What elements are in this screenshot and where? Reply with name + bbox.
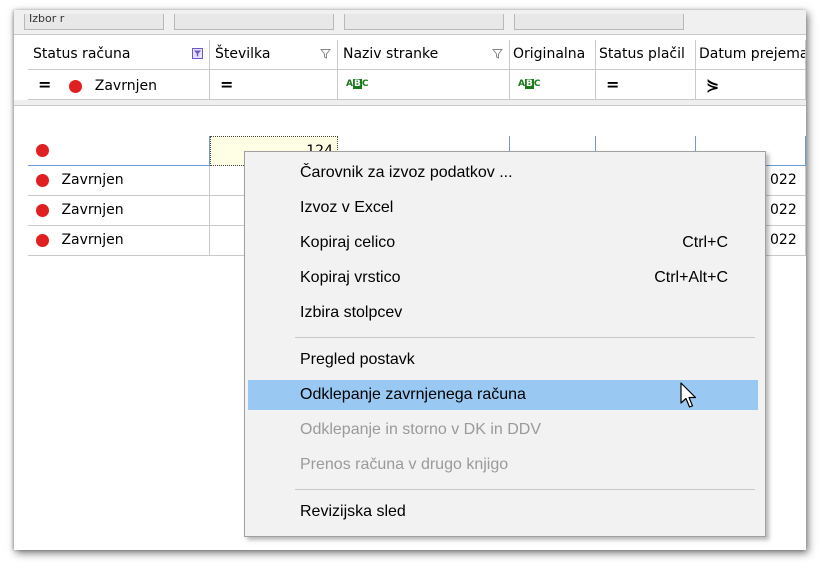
menu-item-shortcut: Ctrl+C bbox=[682, 234, 728, 251]
column-header-label: Naziv stranke bbox=[343, 46, 439, 62]
column-header-originalna[interactable]: Originalna bbox=[510, 40, 596, 70]
menu-item-export-excel[interactable]: Izvoz v Excel bbox=[248, 193, 758, 223]
status-dot-icon bbox=[36, 203, 49, 217]
greater-equal-operator-icon[interactable]: ⋟ bbox=[706, 75, 719, 94]
cell-status[interactable]: Zavrnjen bbox=[28, 166, 210, 196]
equals-operator-icon[interactable]: = bbox=[606, 75, 619, 94]
menu-item-unlock-and-reverse: Odklepanje in storno v DK in DDV bbox=[248, 415, 758, 445]
filter-cell-status[interactable]: = Zavrnjen bbox=[28, 70, 210, 100]
status-dot-icon bbox=[36, 143, 49, 157]
status-dot-icon bbox=[36, 233, 49, 247]
menu-item-label: Kopiraj vrstico bbox=[300, 269, 401, 286]
menu-item-transfer-invoice: Prenos računa v drugo knjigo bbox=[248, 450, 758, 480]
menu-item-choose-columns[interactable]: Izbira stolpcev bbox=[248, 298, 758, 328]
cell-status[interactable]: Zavrnjen bbox=[28, 196, 210, 226]
toolbar-button-izbor[interactable]: Izbor r bbox=[24, 12, 164, 30]
menu-item-export-wizard[interactable]: Čarovnik za izvoz podatkov ... bbox=[248, 158, 758, 188]
menu-item-label: Kopiraj celico bbox=[300, 234, 396, 251]
menu-item-label: Revizijska sled bbox=[300, 503, 406, 520]
menu-item-label: Čarovnik za izvoz podatkov ... bbox=[300, 164, 513, 181]
column-header-label: Številka bbox=[215, 46, 271, 62]
cell-status-text: Zavrnjen bbox=[61, 232, 124, 248]
column-header-label: Status računa bbox=[33, 46, 131, 62]
column-header-label: Originalna bbox=[513, 46, 586, 62]
column-header-label: Status plačil bbox=[599, 46, 685, 62]
menu-item-shortcut: Ctrl+Alt+C bbox=[654, 269, 728, 286]
toolbar-button-4[interactable] bbox=[514, 14, 684, 30]
status-dot-icon bbox=[36, 173, 49, 187]
status-dot-icon bbox=[69, 79, 83, 93]
menu-item-label: Izvoz v Excel bbox=[300, 199, 394, 216]
column-header-status-placil[interactable]: Status plačil bbox=[596, 40, 696, 70]
toolbar-button-3[interactable] bbox=[344, 14, 504, 30]
current-row-indicator-icon: ⊳ bbox=[14, 136, 20, 166]
filter-value: Zavrnjen bbox=[94, 78, 157, 94]
equals-operator-icon[interactable]: = bbox=[220, 75, 233, 94]
menu-item-copy-row[interactable]: Kopiraj vrstico Ctrl+Alt+C bbox=[248, 263, 758, 293]
menu-item-label: Odklepanje in storno v DK in DDV bbox=[300, 421, 541, 438]
menu-item-audit-trail[interactable]: Revizijska sled bbox=[248, 497, 758, 527]
abc-text-filter-icon[interactable]: ABC bbox=[518, 79, 540, 89]
cell-status[interactable]: Zavrnjen bbox=[28, 226, 210, 256]
column-header-label: Datum prejema bbox=[699, 46, 806, 62]
cell-status-text: Zavrnjen bbox=[61, 172, 124, 188]
column-header-stevilka[interactable]: Številka bbox=[210, 40, 338, 70]
filter-icon[interactable] bbox=[492, 48, 503, 59]
filter-active-icon[interactable] bbox=[192, 48, 203, 59]
menu-item-copy-cell[interactable]: Kopiraj celico Ctrl+C bbox=[248, 228, 758, 258]
toolbar: Izbor r bbox=[14, 10, 806, 35]
menu-item-label: Pregled postavk bbox=[300, 351, 415, 368]
filter-cell-naziv[interactable]: ABC bbox=[338, 70, 510, 100]
cell-status-text: Zavrnjen bbox=[61, 142, 124, 158]
filter-cell-originalna[interactable]: ABC bbox=[510, 70, 596, 100]
menu-item-label: Prenos računa v drugo knjigo bbox=[300, 456, 509, 473]
menu-separator bbox=[295, 337, 755, 338]
cell-status-text: Zavrnjen bbox=[61, 202, 124, 218]
filter-cell-status-placil[interactable]: = bbox=[596, 70, 696, 100]
abc-text-filter-icon[interactable]: ABC bbox=[346, 79, 368, 89]
menu-separator bbox=[295, 489, 755, 490]
cell-datum-text: 022 bbox=[770, 202, 797, 218]
cell-datum-text: 022 bbox=[770, 172, 797, 188]
filter-cell-datum[interactable]: ⋟ bbox=[696, 70, 806, 100]
mouse-pointer-icon bbox=[680, 382, 697, 408]
menu-item-review-items[interactable]: Pregled postavk bbox=[248, 345, 758, 375]
menu-item-label: Izbira stolpcev bbox=[300, 304, 403, 321]
column-header-datum-prejema[interactable]: Datum prejema bbox=[696, 40, 806, 70]
column-header-naziv-stranke[interactable]: Naziv stranke bbox=[338, 40, 510, 70]
context-menu: Čarovnik za izvoz podatkov ... Izvoz v E… bbox=[244, 151, 766, 537]
cell-datum-text: 022 bbox=[770, 232, 797, 248]
grid-separator bbox=[14, 100, 806, 106]
menu-item-label: Odklepanje zavrnjenega računa bbox=[300, 386, 526, 403]
toolbar-button-label: Izbor r bbox=[29, 12, 65, 25]
cell-status[interactable]: Zavrnjen bbox=[28, 136, 210, 166]
toolbar-button-2[interactable] bbox=[174, 14, 334, 30]
equals-operator-icon[interactable]: = bbox=[38, 75, 51, 94]
filter-icon[interactable] bbox=[320, 48, 331, 59]
column-header-status-racuna[interactable]: Status računa bbox=[28, 40, 210, 70]
filter-cell-stevilka[interactable]: = bbox=[210, 70, 338, 100]
